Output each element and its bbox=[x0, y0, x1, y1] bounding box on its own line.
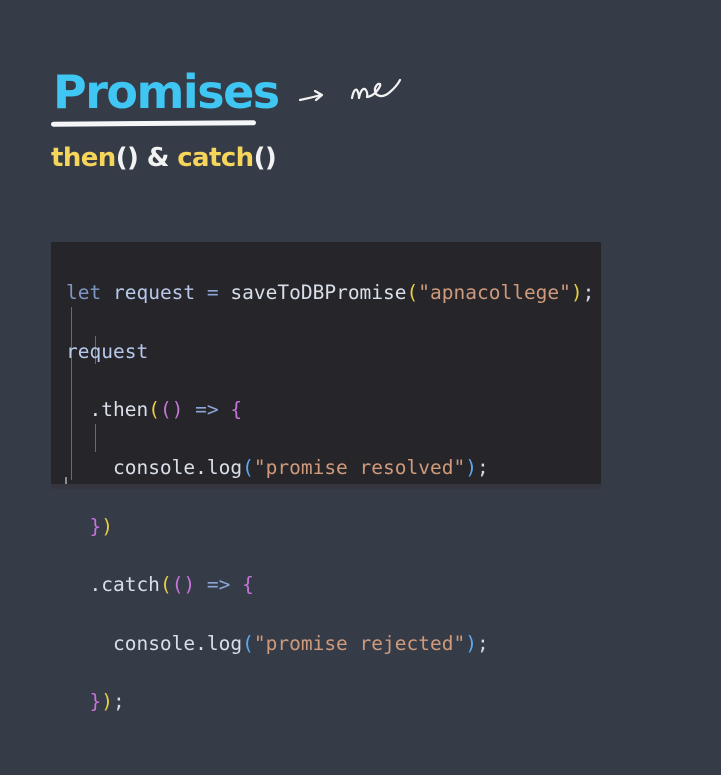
subtitle-catch: catch bbox=[177, 143, 254, 173]
subtitle: then() & catch() bbox=[51, 140, 277, 176]
token-semicolon: ; bbox=[476, 631, 489, 655]
token-object: console bbox=[112, 631, 196, 655]
token-variable: request bbox=[112, 281, 196, 305]
token-args: () bbox=[159, 397, 184, 421]
token-semicolon: ; bbox=[476, 456, 489, 480]
token-paren: ) bbox=[101, 514, 113, 538]
token-paren: ( bbox=[242, 631, 254, 655]
subtitle-catch-parens: () bbox=[253, 143, 277, 173]
arrow-scribble-icon bbox=[298, 78, 402, 102]
token-method: .log bbox=[195, 631, 243, 655]
token-brace: } bbox=[89, 514, 102, 538]
title-underline bbox=[50, 120, 257, 127]
code-panel: let request = saveToDBPromise("apnacolle… bbox=[51, 242, 601, 713]
token-args: () bbox=[171, 573, 196, 597]
code-block: let request = saveToDBPromise("apnacolle… bbox=[66, 249, 594, 775]
token-arrow: => bbox=[206, 573, 231, 597]
token-method: .then bbox=[89, 397, 149, 421]
token-paren: ( bbox=[406, 281, 419, 305]
code-line-2: request bbox=[66, 337, 594, 366]
token-paren: ( bbox=[159, 573, 172, 597]
code-line-3: .then(() => { bbox=[66, 395, 594, 424]
token-paren: ) bbox=[465, 631, 477, 655]
token-operator: = bbox=[206, 281, 219, 305]
handwritten-annotation bbox=[296, 72, 406, 112]
token-object: console bbox=[112, 456, 196, 480]
token-method: .catch bbox=[89, 573, 160, 597]
token-string: "promise resolved" bbox=[253, 456, 466, 480]
token-keyword: let bbox=[66, 281, 102, 305]
code-line-6: .catch(() => { bbox=[66, 570, 594, 599]
token-variable: request bbox=[66, 339, 149, 363]
code-line-7: console.log("promise rejected"); bbox=[66, 629, 594, 658]
token-paren: ( bbox=[148, 397, 160, 421]
token-function: saveToDBPromise bbox=[230, 281, 407, 305]
token-method: .log bbox=[195, 456, 243, 480]
token-brace: } bbox=[89, 689, 102, 713]
token-arrow: => bbox=[195, 397, 219, 421]
code-line-1: let request = saveToDBPromise("apnacolle… bbox=[66, 278, 594, 307]
token-paren: ) bbox=[570, 281, 583, 305]
token-brace: { bbox=[230, 397, 243, 421]
code-line-5: }) bbox=[66, 512, 594, 541]
token-semicolon: ; bbox=[582, 281, 595, 305]
token-string: "promise rejected" bbox=[253, 631, 466, 655]
token-string: "apnacollege" bbox=[418, 281, 571, 305]
subtitle-then: then bbox=[51, 143, 116, 173]
token-paren: ) bbox=[101, 689, 113, 713]
code-line-4: console.log("promise resolved"); bbox=[66, 453, 594, 482]
token-paren: ( bbox=[242, 456, 254, 480]
slide-title: Promises bbox=[53, 65, 280, 119]
token-paren: ) bbox=[465, 456, 477, 480]
token-semicolon: ; bbox=[112, 689, 125, 713]
subtitle-then-parens: () bbox=[115, 143, 139, 173]
code-line-8: }); bbox=[66, 687, 594, 716]
subtitle-ampersand: & bbox=[146, 143, 170, 173]
token-brace: { bbox=[242, 573, 254, 597]
